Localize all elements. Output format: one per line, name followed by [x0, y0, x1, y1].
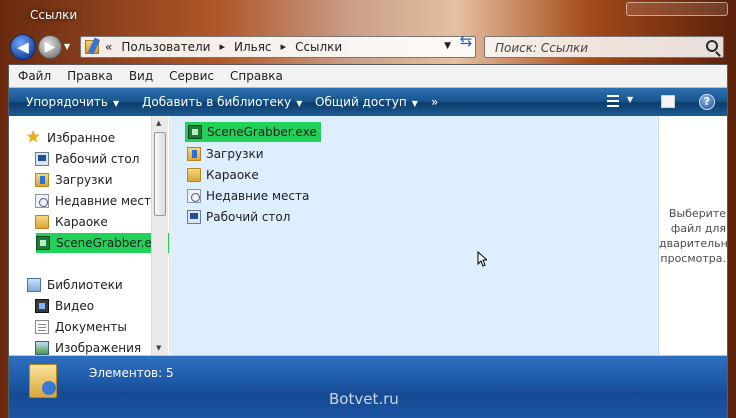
- recent-places-icon: [187, 189, 201, 203]
- menu-tools[interactable]: Сервис: [169, 69, 214, 83]
- pictures-icon: [35, 341, 49, 355]
- breadcrumb-item-links[interactable]: Ссылки: [295, 40, 342, 54]
- nav-item-video[interactable]: Видео: [35, 296, 94, 316]
- file-item-recent-places[interactable]: Недавние места: [187, 186, 309, 206]
- nav-libraries[interactable]: Библиотеки: [27, 275, 123, 295]
- help-icon[interactable]: ?: [699, 94, 715, 110]
- recent-pages-chevron-icon[interactable]: ▼: [64, 42, 70, 51]
- scroll-down-icon[interactable]: ▼: [156, 344, 161, 352]
- view-options-chevron-icon[interactable]: ▼: [627, 95, 633, 104]
- search-placeholder: Поиск: Ссылки: [495, 41, 589, 55]
- desktop-icon: [187, 210, 201, 224]
- scroll-up-icon[interactable]: ▲: [156, 119, 161, 127]
- explorer-window: Файл Правка Вид Сервис Справка Упорядочи…: [8, 64, 728, 418]
- nav-scrollbar[interactable]: ▲ ▼: [151, 116, 168, 355]
- search-icon[interactable]: [706, 40, 718, 52]
- video-icon: [35, 299, 49, 313]
- file-item-downloads[interactable]: Загрузки: [187, 144, 264, 164]
- forward-button[interactable]: ▶: [38, 35, 62, 59]
- links-folder-icon: [29, 364, 57, 398]
- folder-icon: [35, 215, 49, 229]
- breadcrumb: « Пользователи ▸ Ильяс ▸ Ссылки: [105, 40, 342, 54]
- nav-favorites[interactable]: Избранное: [26, 127, 115, 148]
- recent-places-icon: [35, 194, 49, 208]
- breadcrumb-item-users[interactable]: Пользователи: [121, 40, 210, 54]
- application-icon: [188, 125, 202, 139]
- add-to-library-button[interactable]: Добавить в библиотеку ▼: [142, 95, 302, 109]
- file-item-scenegrabber[interactable]: SceneGrabber.exe: [185, 122, 321, 142]
- preview-pane-icon[interactable]: [661, 95, 675, 108]
- libraries-icon: [27, 278, 41, 292]
- change-view-icon[interactable]: [607, 95, 619, 107]
- nav-item-scenegrabber[interactable]: SceneGrabber.exe: [36, 233, 169, 253]
- window-controls[interactable]: [626, 2, 728, 16]
- file-list[interactable]: SceneGrabber.exe Загрузки Караоке Недавн…: [171, 116, 657, 355]
- scrollbar-thumb[interactable]: [154, 132, 166, 216]
- share-button[interactable]: Общий доступ ▼: [315, 95, 418, 109]
- more-commands-button[interactable]: »: [431, 95, 438, 109]
- application-icon: [36, 236, 50, 250]
- folder-icon: [187, 168, 201, 182]
- downloads-folder-icon: [35, 173, 49, 187]
- navigation-pane: Избранное Рабочий стол Загрузки Недавние…: [9, 116, 170, 355]
- menu-bar: Файл Правка Вид Сервис Справка: [9, 65, 727, 87]
- refresh-icon[interactable]: ⇆: [456, 32, 476, 52]
- preview-message: Выберите файл для дварительн просмотра.: [659, 207, 728, 265]
- menu-edit[interactable]: Правка: [67, 69, 113, 83]
- star-icon: [26, 127, 41, 146]
- title-bar: Ссылки: [0, 0, 736, 32]
- navigation-row: ◀ ▶ ▼ « Пользователи ▸ Ильяс ▸ Ссылки ▼ …: [0, 32, 736, 62]
- address-bar[interactable]: « Пользователи ▸ Ильяс ▸ Ссылки ▼: [80, 36, 476, 58]
- breadcrumb-overflow[interactable]: «: [105, 40, 112, 54]
- mouse-cursor-icon: [477, 251, 487, 267]
- breadcrumb-separator-icon[interactable]: ▸: [219, 40, 225, 54]
- details-pane: Элементов: 5 Botvet.ru: [9, 355, 727, 418]
- search-input[interactable]: Поиск: Ссылки: [484, 36, 724, 58]
- nav-item-recent-places[interactable]: Недавние места: [35, 191, 158, 211]
- breadcrumb-separator-icon[interactable]: ▸: [281, 40, 287, 54]
- command-bar: Упорядочить ▼ Добавить в библиотеку ▼ Общи…: [9, 87, 727, 116]
- nav-item-pictures[interactable]: Изображения: [35, 338, 141, 355]
- nav-item-downloads[interactable]: Загрузки: [35, 170, 113, 190]
- breadcrumb-item-user[interactable]: Ильяс: [234, 40, 272, 54]
- nav-item-documents[interactable]: Документы: [35, 317, 127, 337]
- menu-help[interactable]: Справка: [230, 69, 283, 83]
- downloads-folder-icon: [187, 147, 201, 161]
- nav-item-karaoke[interactable]: Караоке: [35, 212, 108, 232]
- file-item-karaoke[interactable]: Караоке: [187, 165, 259, 185]
- folder-link-icon: [85, 40, 99, 54]
- address-history-chevron-icon[interactable]: ▼: [444, 41, 451, 51]
- nav-item-desktop[interactable]: Рабочий стол: [35, 149, 139, 169]
- window-title: Ссылки: [30, 8, 78, 22]
- organize-button[interactable]: Упорядочить ▼: [26, 95, 119, 109]
- menu-file[interactable]: Файл: [18, 69, 51, 83]
- documents-icon: [35, 320, 49, 334]
- item-count: Элементов: 5: [89, 366, 174, 380]
- preview-pane: Выберите файл для дварительн просмотра.: [658, 116, 728, 355]
- back-button[interactable]: ◀: [10, 34, 36, 60]
- desktop-icon: [35, 152, 49, 166]
- menu-view[interactable]: Вид: [129, 69, 153, 83]
- watermark: Botvet.ru: [329, 390, 399, 408]
- file-item-desktop[interactable]: Рабочий стол: [187, 207, 290, 227]
